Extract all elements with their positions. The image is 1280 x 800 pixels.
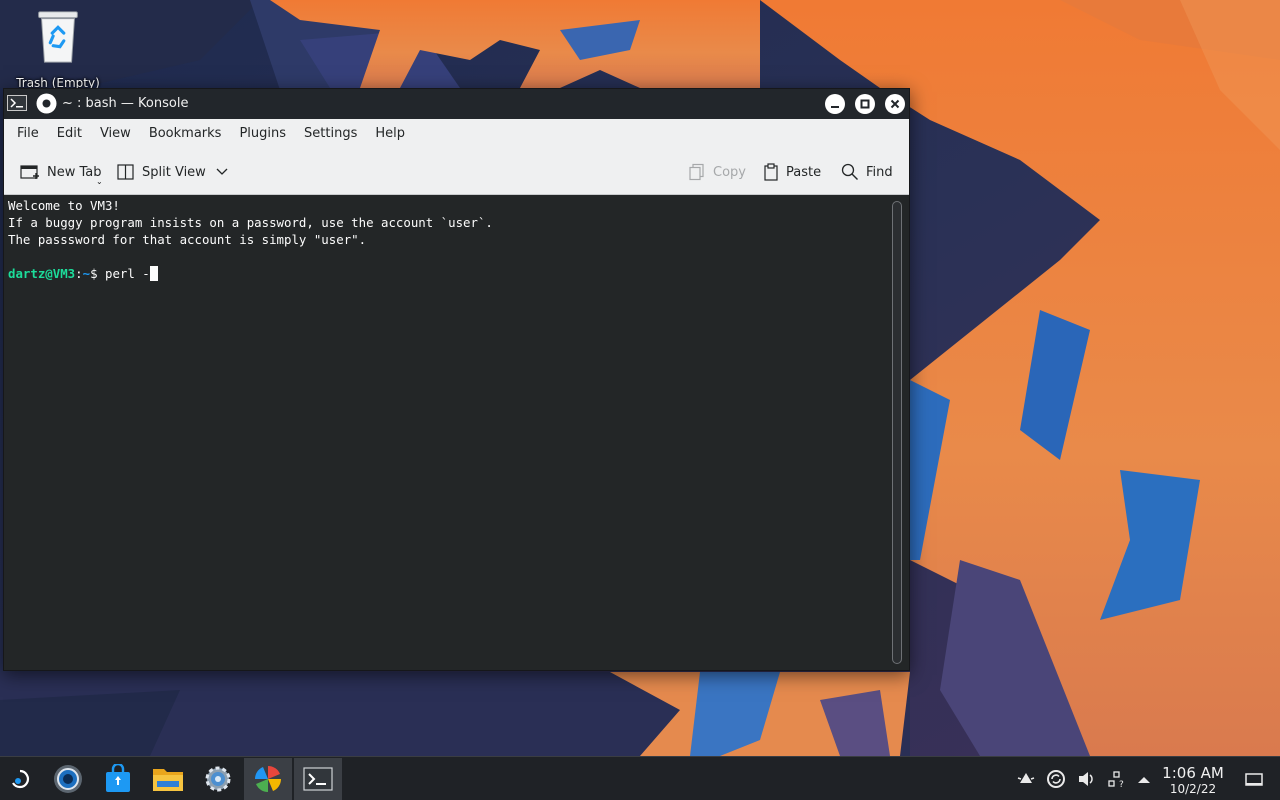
chevron-down-icon[interactable] [216,168,228,176]
find-button[interactable]: Find [841,161,893,183]
discover-icon [54,765,82,793]
notifications-icon[interactable] [1016,769,1036,789]
network-icon[interactable]: ? [1106,769,1126,789]
folder-icon [153,769,183,791]
terminal-prompt-line: dartz@VM3:~$ perl - [8,265,158,282]
volume-icon[interactable] [1076,769,1096,789]
pinwheel-icon [255,766,281,792]
window-title: ~ : bash — Konsole [62,96,189,111]
maximize-button[interactable] [855,94,875,114]
prompt-colon: : [75,266,83,281]
split-view-icon [117,164,134,180]
konsole-app-icon[interactable] [7,95,27,111]
terminal-line: Welcome to VM3! [8,198,120,213]
terminal-output: Welcome to VM3! If a buggy program insist… [8,197,493,248]
terminal-area[interactable]: Welcome to VM3! If a buggy program insist… [4,195,909,670]
clock-date: 10/2/22 [1169,782,1217,796]
taskbar-system-settings[interactable] [194,758,242,800]
search-icon [841,163,858,180]
copy-label: Copy [713,164,746,180]
gear-icon [205,766,231,792]
new-tab-button[interactable]: New Tab [20,161,102,183]
close-icon [890,99,900,109]
menu-bar: File Edit View Bookmarks Plugins Setting… [4,119,909,149]
app-launcher-icon [12,769,29,789]
app-launcher-button[interactable] [0,758,40,800]
prompt-path: ~ [82,266,91,281]
menu-plugins[interactable]: Plugins [230,119,295,149]
keep-on-top-icon[interactable] [36,93,57,114]
paste-label: Paste [786,164,822,180]
digital-clock[interactable]: 1:06 AM 10/2/22 [1160,764,1226,796]
show-desktop-icon[interactable] [1244,770,1264,790]
split-view-button[interactable]: Split View [117,161,235,183]
paste-icon [764,163,778,181]
taskbar-discover[interactable] [44,758,92,800]
terminal-line: The passsword for that account is simply… [8,232,367,247]
copy-icon [689,163,704,181]
menu-edit[interactable]: Edit [48,119,91,149]
close-button[interactable] [885,94,905,114]
store-icon [106,764,130,792]
trash-desktop-icon[interactable]: Trash (Empty) [10,6,106,90]
konsole-icon [303,767,333,791]
maximize-icon [860,99,870,109]
menu-help[interactable]: Help [366,119,414,149]
terminal-line: If a buggy program insists on a password… [8,215,493,230]
window-titlebar[interactable]: ~ : bash — Konsole [4,89,909,119]
taskbar-pinwheel-app[interactable] [244,758,292,800]
taskbar: ? 1:06 AM 10/2/22 [0,756,1280,800]
prompt-user-host: dartz@VM3 [8,266,76,281]
paste-button[interactable]: Paste [763,161,821,183]
terminal-scrollbar[interactable] [892,201,902,664]
new-tab-dropdown-indicator[interactable]: ⌄ [96,177,103,186]
svg-text:?: ? [1119,780,1124,789]
find-label: Find [866,164,893,180]
minimize-button[interactable] [825,94,845,114]
split-view-label: Split View [142,164,206,180]
prompt-symbol: $ [90,266,105,281]
taskbar-file-manager[interactable] [144,758,192,800]
taskbar-store[interactable] [94,758,142,800]
update-status-icon[interactable] [1046,769,1066,789]
minimize-icon [831,106,839,108]
terminal-cursor [149,266,158,281]
menu-settings[interactable]: Settings [295,119,366,149]
tray-expand-icon[interactable] [1134,771,1154,791]
main-toolbar: New Tab ⌄ Split View Copy Paste Find [4,149,909,195]
trash-icon [38,11,78,63]
konsole-window: ~ : bash — Konsole File Edit View Bookma… [3,88,910,671]
menu-file[interactable]: File [8,119,48,149]
new-tab-label: New Tab [47,164,102,180]
clock-time: 1:06 AM [1162,764,1224,782]
menu-view[interactable]: View [91,119,140,149]
taskbar-konsole[interactable] [294,758,342,800]
copy-button[interactable]: Copy [688,161,746,183]
new-tab-icon [20,165,39,179]
prompt-command: perl - [105,266,150,281]
menu-bookmarks[interactable]: Bookmarks [140,119,231,149]
